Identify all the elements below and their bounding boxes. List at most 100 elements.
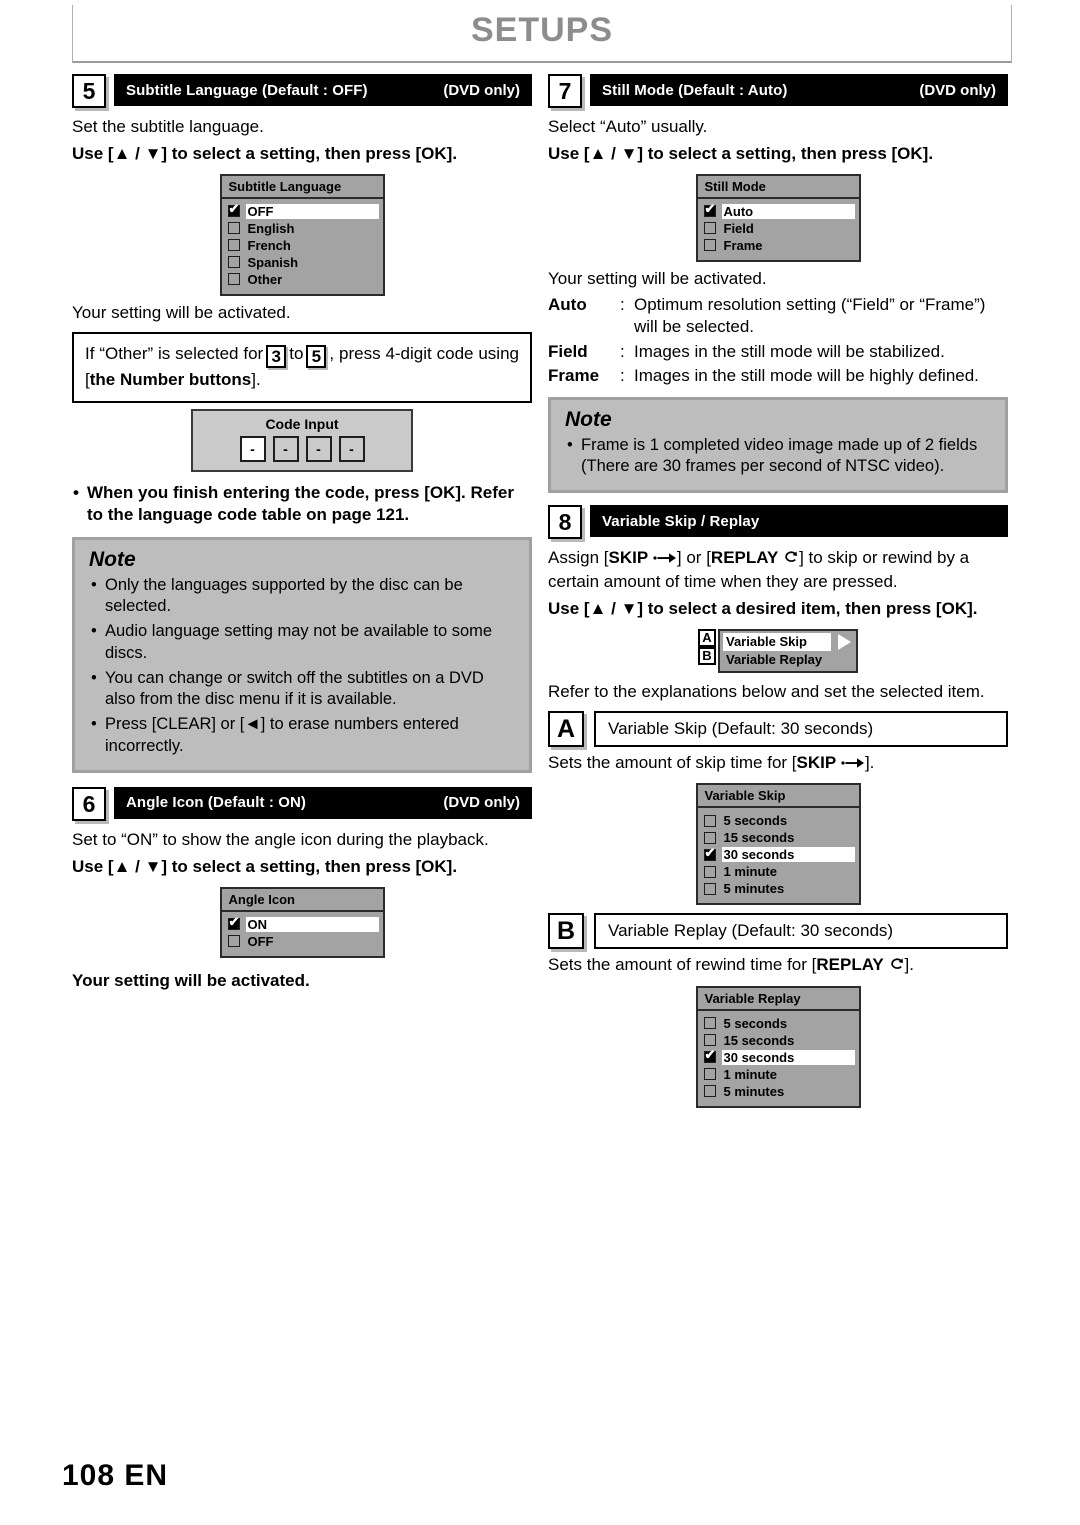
section5-activated: Your setting will be activated.: [72, 302, 291, 322]
ab-option-variable-skip[interactable]: Variable Skip: [723, 632, 831, 651]
osd-subtitle-language[interactable]: Subtitle Language OFF English French Spa…: [219, 173, 385, 296]
letter-badge-a-large: A: [548, 710, 584, 747]
osd-variable-replay[interactable]: Variable Replay 5 seconds 15 seconds 30 …: [695, 985, 861, 1108]
callout-part3: ].: [251, 370, 261, 390]
checkbox-icon: [227, 222, 240, 235]
osd-option-label: 5 seconds: [723, 813, 788, 829]
definition-row: Auto : Optimum resolution setting (“Fiel…: [548, 294, 1008, 338]
osd-option-5-minutes[interactable]: 5 minutes: [702, 1083, 855, 1100]
definition-term: Field: [548, 341, 588, 361]
osd-list: Auto Field Frame: [698, 199, 859, 260]
definition-term: Frame: [548, 365, 600, 385]
osd-option-french[interactable]: French: [226, 237, 379, 254]
desc-before: Sets the amount of rewind time for [: [548, 955, 817, 975]
code-input-title: Code Input: [265, 415, 339, 432]
section-header-subtitle-language: 5 Subtitle Language (Default : OFF) (DVD…: [72, 74, 532, 108]
osd-still-mode[interactable]: Still Mode Auto Field Frame: [695, 173, 861, 262]
osd-option-label: 1 minute: [723, 1066, 777, 1082]
letter-badge-a: A: [698, 628, 716, 647]
osd-list: 5 seconds 15 seconds 30 seconds 1 minute…: [698, 808, 859, 903]
note-title: Note: [89, 547, 136, 571]
osd-option-15-seconds[interactable]: 15 seconds: [702, 829, 855, 846]
callout-bold: the Number buttons: [89, 370, 252, 390]
osd-variable-skip-replay-selector[interactable]: A B Variable Skip Variable Replay: [548, 628, 1008, 673]
left-column: 5 Subtitle Language (Default : OFF) (DVD…: [72, 74, 532, 998]
definition-row: Frame : Images in the still mode will be…: [548, 365, 1008, 387]
osd-option-frame[interactable]: Frame: [702, 237, 855, 254]
section-title: Still Mode (Default : Auto): [602, 81, 788, 99]
desc-after: ].: [864, 752, 875, 772]
section-title-bar: Variable Skip / Replay: [590, 505, 1008, 538]
osd-option-1-minute[interactable]: 1 minute: [702, 863, 855, 880]
checkbox-icon: [703, 865, 716, 878]
checkbox-icon: [703, 1085, 716, 1098]
desc-before: Sets the amount of skip time for [: [548, 752, 797, 772]
code-digit-2[interactable]: -: [272, 435, 299, 462]
ab-option-variable-replay[interactable]: Variable Replay: [723, 651, 853, 669]
osd-option-label: Frame: [723, 237, 763, 253]
checkbox-checked-icon: [703, 202, 716, 218]
section7-instruction: Use [▲ / ▼] to select a setting, then pr…: [548, 144, 934, 164]
checkbox-icon: [227, 273, 240, 286]
osd-option-5-seconds[interactable]: 5 seconds: [702, 812, 855, 829]
note-list: Frame is 1 completed video image made up…: [565, 435, 991, 479]
page-header: SETUPS: [72, 5, 1012, 63]
osd-option-other[interactable]: Other: [226, 271, 379, 288]
osd-title: Still Mode: [697, 175, 859, 199]
definition-row: Field : Images in the still mode will be…: [548, 341, 1008, 363]
checkbox-icon: [227, 256, 240, 269]
osd-code-input[interactable]: Code Input - - - -: [191, 408, 413, 472]
osd-option-label: 15 seconds: [723, 1032, 795, 1048]
callout-other-code: If “Other” is selected for 3 to 5, press 4-…: [72, 332, 532, 403]
definition-desc: Optimum resolution setting (“Field” or “…: [634, 295, 986, 337]
osd-angle-icon[interactable]: Angle Icon ON OFF: [219, 886, 385, 958]
section7-intro: Select “Auto” usually.: [548, 117, 708, 136]
section-title-bar: Subtitle Language (Default : OFF) (DVD o…: [114, 74, 532, 106]
definition-separator: :: [620, 341, 625, 361]
osd-option-field[interactable]: Field: [702, 220, 855, 237]
item-a-desc: Sets the amount of skip time for [SKIP ]…: [548, 752, 1008, 775]
section6-activated: Your setting will be activated.: [72, 970, 310, 990]
section5-instruction: Use [▲ / ▼] to select a setting, then pr…: [72, 144, 458, 164]
checkbox-icon: [227, 239, 240, 252]
osd-option-auto[interactable]: Auto: [702, 202, 855, 220]
osd-option-30-seconds[interactable]: 30 seconds: [702, 1048, 855, 1066]
section-title-bar: Still Mode (Default : Auto) (DVD only): [590, 74, 1008, 106]
section-title: Angle Icon (Default : ON): [126, 794, 306, 812]
code-digit-3[interactable]: -: [305, 435, 332, 462]
checkbox-icon: [703, 831, 716, 844]
osd-option-spanish[interactable]: Spanish: [226, 254, 379, 271]
osd-option-off[interactable]: OFF: [226, 933, 379, 950]
osd-option-1-minute[interactable]: 1 minute: [702, 1066, 855, 1083]
osd-list: 5 seconds 15 seconds 30 seconds 1 minute…: [698, 1011, 859, 1106]
code-digit-4[interactable]: -: [338, 435, 365, 462]
osd-title: Subtitle Language: [221, 175, 383, 199]
osd-option-5-seconds[interactable]: 5 seconds: [702, 1015, 855, 1032]
checkbox-checked-icon: [703, 846, 716, 861]
osd-option-english[interactable]: English: [226, 220, 379, 237]
section8-refer: Refer to the explanations below and set …: [548, 681, 985, 701]
definition-desc: Images in the still mode will be highly …: [634, 365, 979, 385]
osd-option-off[interactable]: OFF: [226, 202, 379, 220]
osd-option-30-seconds[interactable]: 30 seconds: [702, 846, 855, 863]
osd-option-label: 15 seconds: [723, 830, 795, 846]
osd-option-5-minutes[interactable]: 5 minutes: [702, 880, 855, 897]
osd-variable-skip[interactable]: Variable Skip 5 seconds 15 seconds 30 se…: [695, 783, 861, 906]
checkbox-icon: [703, 1068, 716, 1081]
osd-option-label: 1 minute: [723, 864, 777, 880]
osd-option-on[interactable]: ON: [226, 915, 379, 933]
osd-option-label: 5 minutes: [723, 881, 785, 897]
osd-option-15-seconds[interactable]: 15 seconds: [702, 1032, 855, 1049]
section8-intro: Assign [SKIP ] or [REPLAY ] to skip or r…: [548, 547, 1008, 593]
section-disc-note: (DVD only): [443, 794, 520, 812]
osd-option-label: ON: [245, 916, 379, 932]
inline-number-3: 3: [266, 345, 287, 369]
osd-list: OFF English French Spanish Other: [222, 199, 383, 294]
letter-badge-b-large: B: [548, 913, 584, 950]
desc-after: ].: [904, 955, 914, 975]
page-number: 108 EN: [62, 1459, 169, 1492]
osd-option-label: English: [247, 220, 295, 236]
replay-loop-icon: [783, 548, 799, 570]
code-digit-1[interactable]: -: [239, 435, 266, 462]
checkbox-checked-icon: [227, 202, 240, 218]
